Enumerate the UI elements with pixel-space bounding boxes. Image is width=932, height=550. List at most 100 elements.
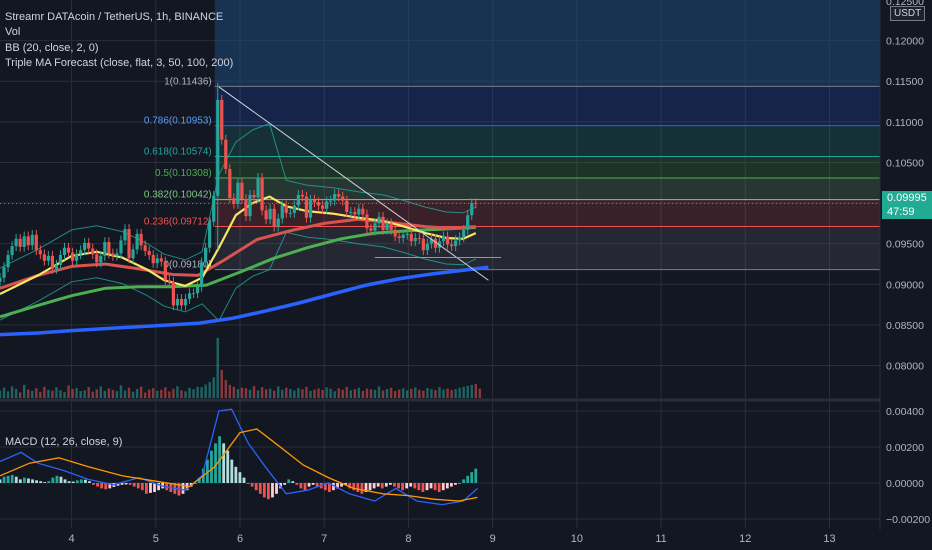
- candle-body: [236, 182, 240, 204]
- macd-histogram-bar: [417, 483, 421, 491]
- macd-indicator-label[interactable]: MACD (12, 26, close, 9): [5, 436, 122, 448]
- volume-bar: [353, 389, 357, 398]
- macd-histogram-bar: [132, 483, 136, 487]
- last-price-value: 0.09995: [887, 192, 927, 204]
- volume-bar: [466, 385, 469, 398]
- volume-bar: [337, 388, 340, 398]
- candle-body: [228, 168, 232, 199]
- candle-body: [288, 212, 292, 214]
- candle-body: [131, 249, 135, 259]
- candle-body: [272, 208, 276, 227]
- macd-histogram-bar: [222, 443, 226, 483]
- macd-histogram-bar: [295, 483, 299, 485]
- candle-body: [389, 223, 393, 230]
- price-tick-label: 0.08000: [886, 361, 924, 373]
- volume-bar: [10, 386, 14, 398]
- candle-body: [50, 255, 55, 269]
- macd-histogram-bar: [96, 483, 99, 487]
- volume-bar: [55, 387, 58, 398]
- candle-body: [361, 208, 365, 215]
- candle-body: [353, 211, 357, 215]
- macd-histogram-bar: [100, 483, 104, 489]
- volume-bar: [63, 392, 66, 398]
- candle-body: [111, 253, 115, 256]
- macd-histogram-bar: [246, 483, 250, 484]
- macd-histogram-bar: [258, 483, 262, 494]
- macd-histogram-bar: [445, 483, 449, 489]
- volume-bar: [188, 387, 191, 398]
- volume-bar: [228, 384, 232, 398]
- candle-body: [58, 255, 63, 265]
- volume-bar: [361, 390, 365, 398]
- macd-histogram-bar: [128, 483, 132, 485]
- candle-body: [401, 234, 405, 238]
- macd-histogram-bar: [144, 483, 148, 494]
- candle-body: [256, 177, 260, 198]
- candle-body: [212, 195, 216, 222]
- volume-bar: [430, 389, 433, 398]
- candle-body: [191, 293, 196, 295]
- volume-bar: [143, 392, 147, 398]
- candle-body: [195, 286, 200, 294]
- macd-histogram-bar: [27, 478, 30, 483]
- volume-bar: [281, 389, 284, 398]
- vol-indicator-label[interactable]: Vol: [5, 26, 20, 38]
- macd-histogram-bar: [31, 479, 34, 483]
- candle-body: [54, 264, 59, 269]
- candle-body: [417, 237, 421, 239]
- volume-bar: [115, 391, 119, 398]
- candle-body: [458, 237, 462, 241]
- symbol-title[interactable]: Streamr DATAcoin / TetherUS, 1h, BINANCE: [5, 11, 223, 23]
- candle-body: [0, 277, 2, 282]
- macd-histogram-bar: [287, 479, 291, 483]
- volume-bar: [305, 386, 308, 398]
- volume-bar: [365, 388, 369, 398]
- macd-histogram-bar: [71, 481, 75, 483]
- candle-body: [208, 221, 212, 248]
- volume-bar: [285, 387, 288, 398]
- volume-bar: [301, 389, 304, 398]
- macd-histogram-bar: [149, 483, 152, 493]
- bb-indicator-label[interactable]: BB (20, close, 2, 0): [5, 42, 99, 54]
- candle-body: [413, 237, 417, 242]
- macd-histogram-bar: [266, 483, 270, 500]
- volume-bar: [309, 390, 312, 398]
- candle-body: [163, 261, 167, 281]
- volume-bar: [79, 391, 82, 398]
- volume-bar: [293, 390, 296, 398]
- macd-histogram-bar: [22, 477, 26, 483]
- volume-bar: [369, 389, 373, 398]
- candle-body: [107, 242, 111, 254]
- volume-bar: [248, 389, 252, 398]
- triple-ma-indicator-label[interactable]: Triple MA Forecast (close, flat, 3, 50, …: [5, 57, 233, 69]
- time-tick-label: 7: [321, 533, 327, 545]
- macd-histogram-bar: [271, 483, 274, 498]
- candle-body: [345, 200, 349, 212]
- volume-bar: [127, 387, 131, 398]
- candle-body: [304, 196, 309, 218]
- price-tick-label: 0.08500: [886, 320, 924, 332]
- candle-body: [441, 236, 446, 242]
- volume-bar: [478, 388, 482, 398]
- candle-body: [316, 202, 321, 206]
- candle-body: [252, 194, 256, 198]
- volume-bar: [317, 388, 320, 398]
- macd-tick-label: 0.00000: [886, 478, 924, 490]
- currency-label[interactable]: USDT: [890, 6, 926, 21]
- volume-bar: [212, 377, 215, 398]
- macd-histogram-bar: [425, 483, 429, 491]
- fibonacci-retracement[interactable]: 1(0.11436) 0.786(0.10953) 0.618(0.10574) 0.…: [144, 0, 881, 271]
- candle-body: [175, 298, 180, 306]
- candle-body: [204, 247, 208, 263]
- volume-bar: [131, 391, 135, 398]
- candle-body: [308, 199, 313, 218]
- candle-body: [385, 223, 389, 230]
- price-tick-label: 0.11500: [886, 76, 923, 88]
- candle-body: [79, 250, 83, 255]
- candle-body: [341, 196, 345, 201]
- candle-body: [171, 281, 175, 306]
- macd-histogram-bar: [384, 483, 388, 487]
- time-scale-bg: [0, 530, 932, 550]
- volume-bar: [95, 389, 98, 398]
- trading-chart[interactable]: 1(0.11436) 0.786(0.10953) 0.618(0.10574) 0.…: [0, 0, 932, 550]
